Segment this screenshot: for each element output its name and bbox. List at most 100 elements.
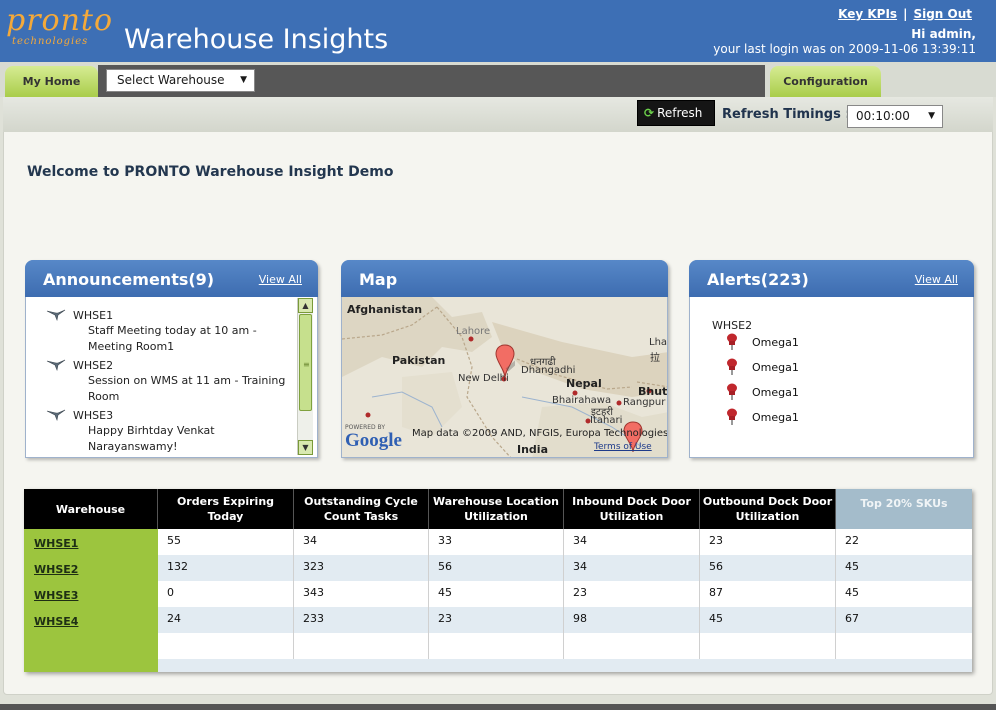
table-cell	[294, 633, 429, 659]
refresh-timing-value: 00:10:00	[856, 109, 910, 123]
alerts-title: Alerts(223)	[707, 270, 809, 289]
warehouse-link[interactable]: WHSE4	[34, 615, 78, 628]
app-header: pronto technologies Warehouse Insights K…	[0, 0, 996, 62]
table-cell: 24	[158, 607, 294, 633]
column-header: Inbound Dock Door Utilization	[564, 489, 700, 529]
pushpin-icon	[727, 358, 737, 375]
announcements-scrollbar[interactable]: ▲ ≡ ▼	[297, 298, 313, 455]
table-cell: 23	[429, 607, 564, 633]
scroll-down-arrow-icon[interactable]: ▼	[298, 440, 313, 455]
table-row: 132 323 56 34 56 45	[158, 555, 972, 581]
table-cell: 23	[700, 529, 836, 555]
alert-label: Omega1	[752, 386, 799, 399]
table-cell: 23	[564, 581, 700, 607]
alerts-view-all-link[interactable]: View All	[915, 273, 958, 286]
map-terms-link[interactable]: Terms of Use	[594, 442, 652, 452]
map-title: Map	[359, 270, 398, 289]
table-row: 55 34 33 34 23 22	[158, 529, 972, 555]
table-cell: 233	[294, 607, 429, 633]
map-header: Map	[341, 260, 668, 297]
pronto-logo: pronto technologies	[6, 6, 116, 50]
announcement-message: Session on WMS at 11 am - Training Room	[88, 374, 286, 403]
column-header: Top 20% SKUs	[836, 489, 972, 529]
grip-icon: ≡	[303, 360, 310, 369]
map-label: Pakistan	[392, 354, 446, 367]
table-cell	[158, 633, 294, 659]
table-cell: 323	[294, 555, 429, 581]
kpi-table: Warehouse Orders Expiring Today Outstand…	[24, 489, 972, 672]
table-cell: 56	[429, 555, 564, 581]
announcements-widget: Announcements(9) View All WHSE1 Staff Me…	[25, 260, 318, 458]
map-label: Dhangadhi	[521, 365, 576, 376]
table-cell	[700, 633, 836, 659]
map-label: Itahari	[590, 415, 623, 426]
table-cell: 45	[429, 581, 564, 607]
table-cell: 343	[294, 581, 429, 607]
table-cell: 34	[564, 529, 700, 555]
map-label: Lha	[649, 337, 667, 348]
map-label: Bhutan	[638, 385, 667, 398]
chevron-down-icon: ▼	[240, 75, 247, 85]
pushpin-icon	[727, 408, 737, 425]
table-row: 0 343 45 23 87 45	[158, 581, 972, 607]
table-cell: 45	[845, 586, 859, 599]
warehouse-select[interactable]: Select Warehouse ▼	[106, 69, 255, 92]
alerts-list: WHSE2 Omega1 Omega1 Omega1 Omega1	[690, 297, 973, 457]
announcement-warehouse: WHSE2	[73, 359, 114, 372]
column-header: Outbound Dock Door Utilization	[700, 489, 836, 529]
warehouse-link[interactable]: WHSE2	[34, 563, 78, 576]
pushpin-icon	[727, 383, 737, 400]
map-widget: Map Afghanistan Pakistan Lahore New Delh…	[341, 260, 668, 458]
announcement-warehouse: WHSE1	[73, 309, 114, 322]
last-login-text: your last login was on 2009-11-06 13:39:…	[713, 42, 976, 56]
map-label: India	[517, 443, 548, 456]
warehouse-link[interactable]: WHSE1	[34, 537, 78, 550]
alerts-header: Alerts(223) View All	[689, 260, 974, 297]
table-cell: 67	[845, 612, 859, 625]
chevron-down-icon: ▼	[928, 111, 935, 121]
tab-configuration[interactable]: Configuration	[770, 66, 881, 97]
map-label: 拉	[650, 353, 660, 364]
table-cell: 45	[845, 560, 859, 573]
table-cell: 45	[700, 607, 836, 633]
warehouse-select-value: Select Warehouse	[117, 73, 225, 87]
warehouse-link[interactable]: WHSE3	[34, 589, 78, 602]
column-header: Warehouse Location Utilization	[429, 489, 564, 529]
table-cell: 98	[564, 607, 700, 633]
tab-my-home[interactable]: My Home	[5, 66, 98, 97]
announcements-list: WHSE1 Staff Meeting today at 10 am - Mee…	[26, 297, 317, 457]
alert-label: Omega1	[752, 336, 799, 349]
key-kpis-link[interactable]: Key KPIs	[838, 7, 897, 21]
table-cell: 22	[845, 534, 859, 547]
google-logo[interactable]: Google	[345, 430, 402, 452]
refresh-button[interactable]: ⟳ Refresh	[637, 100, 715, 126]
alert-label: Omega1	[752, 411, 799, 424]
logo-text: pronto	[6, 3, 114, 38]
announcements-view-all-link[interactable]: View All	[259, 273, 302, 286]
scroll-up-arrow-icon[interactable]: ▲	[298, 298, 313, 313]
pushpin-icon	[727, 333, 737, 350]
greeting: Hi admin,	[911, 27, 976, 41]
map-attribution: Map data ©2009 AND, NFGIS, Europa Techno…	[412, 428, 667, 439]
table-cell: 34	[564, 555, 700, 581]
table-cell: 56	[700, 555, 836, 581]
announcement-message: Happy Birhtday Venkat Narayanswamy!	[88, 424, 215, 453]
map-label: Rangpur	[623, 397, 666, 408]
table-cell	[836, 633, 972, 659]
refresh-timings-label: Refresh Timings :	[722, 107, 851, 122]
refresh-timing-select[interactable]: 00:10:00 ▼	[847, 105, 943, 128]
alert-warehouse: WHSE2	[712, 319, 753, 332]
map-canvas[interactable]: Afghanistan Pakistan Lahore New Delhi धन…	[342, 297, 667, 457]
top-links: Key KPIs | Sign Out	[838, 7, 972, 21]
table-cell	[564, 633, 700, 659]
refresh-icon: ⟳	[644, 106, 655, 120]
column-header: Orders Expiring Today	[158, 489, 294, 529]
map-marker-icon[interactable]	[495, 344, 515, 380]
scrollbar-thumb[interactable]: ≡	[299, 314, 312, 411]
sign-out-link[interactable]: Sign Out	[913, 7, 972, 21]
map-label: Lahore	[456, 326, 491, 337]
table-row-empty	[158, 633, 972, 659]
column-header: Outstanding Cycle Count Tasks	[294, 489, 429, 529]
table-cell: 34	[294, 529, 429, 555]
alerts-widget: Alerts(223) View All WHSE2 Omega1 Omega1…	[689, 260, 974, 458]
